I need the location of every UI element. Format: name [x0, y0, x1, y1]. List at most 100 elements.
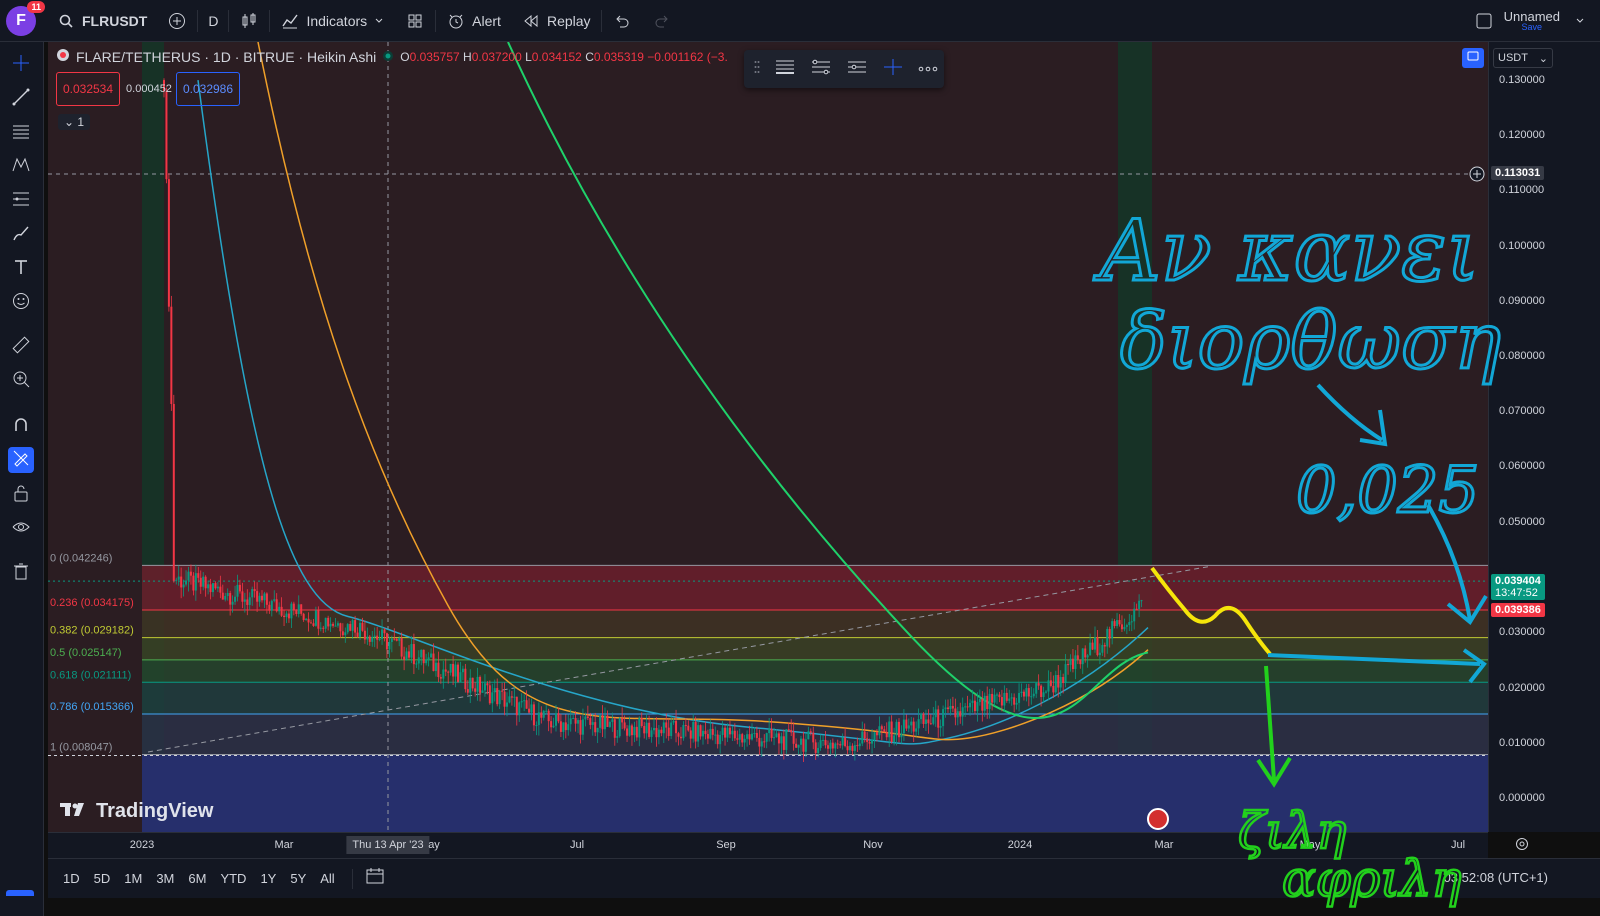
candle-body [459, 672, 462, 682]
currency-selector[interactable]: USDT ⌄ [1493, 48, 1553, 68]
candle-body [172, 403, 175, 581]
candle-body [959, 711, 962, 717]
candle-body [777, 733, 780, 744]
horizontal-lines-tool[interactable] [8, 120, 34, 146]
grid-icon [405, 11, 425, 31]
series-title[interactable]: FLARE/TETHERUS · 1D · BITRUE · Heikin As… [76, 49, 376, 65]
fib-band [142, 754, 1488, 832]
price-axis[interactable]: USDT ⌄ 0.130000 0.120000 0.110000 0.10000… [1488, 42, 1600, 832]
pattern-tool[interactable] [8, 154, 34, 180]
buy-button[interactable]: 0.032986 [176, 72, 240, 106]
candle-body [175, 579, 178, 581]
brush-icon [11, 223, 31, 248]
remove-drawings-tool[interactable] [8, 560, 34, 586]
sync-button[interactable] [1462, 48, 1484, 68]
crosshair-icon[interactable] [882, 58, 904, 81]
time-axis[interactable]: 2023 Mar Jul Sep Nov 2024 Mar May Jul Th… [48, 832, 1488, 858]
timezone-clock[interactable]: 03:52:08 (UTC+1) [1444, 870, 1548, 885]
candle-body [427, 657, 430, 660]
emoji-tool[interactable] [8, 290, 34, 316]
fib-tool[interactable] [8, 188, 34, 214]
more-icon[interactable] [918, 60, 938, 78]
line-style-icon[interactable] [774, 58, 796, 81]
range-1y-button[interactable]: 1Y [255, 867, 281, 890]
candle-body [535, 725, 538, 727]
range-5d-button[interactable]: 5D [89, 867, 116, 890]
candle-body [395, 638, 398, 641]
stay-in-drawing-mode-tool[interactable] [8, 447, 34, 473]
crosshair-icon [11, 53, 31, 78]
lock-drawings-tool[interactable] [8, 482, 34, 508]
candle-body [246, 599, 249, 605]
candle-body [765, 733, 768, 742]
time-tick: Jul [569, 839, 585, 851]
replay-button[interactable]: Replay [511, 0, 601, 41]
measure-tool[interactable] [8, 334, 34, 360]
candle-body [709, 728, 712, 739]
interval-button[interactable]: D [198, 0, 228, 41]
compare-symbol-button[interactable] [157, 0, 197, 41]
alert-button[interactable]: Alert [436, 0, 511, 41]
redo-button[interactable] [642, 0, 682, 41]
candle-body [371, 636, 374, 642]
undo-button[interactable] [602, 0, 642, 41]
candle-body [405, 651, 408, 660]
brush-tool[interactable] [8, 222, 34, 248]
candle-body [236, 584, 239, 597]
drag-handle-icon[interactable] [754, 59, 760, 80]
templates-button[interactable] [395, 0, 435, 41]
candle-body [483, 683, 486, 691]
sell-button[interactable]: 0.032534 [56, 72, 120, 106]
candle-body [643, 726, 646, 734]
chart-pane[interactable]: 0 (0.042246) 0.236 (0.034175) 0.382 (0.029… [48, 42, 1488, 832]
candle-body [684, 725, 687, 727]
fib-level-label: 0.618 (0.021111) [50, 669, 131, 681]
candle-body [956, 711, 959, 718]
range-1d-button[interactable]: 1D [58, 867, 85, 890]
panel-toggle[interactable] [6, 890, 34, 896]
watermark-text: TradingView [96, 800, 214, 822]
chevron-down-icon[interactable] [1570, 11, 1590, 31]
symbol-logo-icon [56, 48, 70, 65]
candle-body [993, 694, 996, 703]
magnet-icon [11, 415, 31, 440]
settings-levels-icon[interactable] [846, 58, 868, 81]
add-alert-plus-button[interactable] [1468, 165, 1486, 188]
levels-icon[interactable] [810, 58, 832, 81]
range-1m-button[interactable]: 1M [119, 867, 147, 890]
candle-body [525, 700, 528, 709]
range-5y-button[interactable]: 5Y [285, 867, 311, 890]
candle-body [457, 664, 459, 682]
candle-body [714, 734, 717, 736]
candle-body [1130, 621, 1133, 623]
symbol-search-button[interactable]: FLRUSDT [46, 0, 157, 41]
layout-name-button[interactable]: Unnamed Save [1504, 10, 1560, 32]
chart-type-button[interactable] [229, 0, 269, 41]
range-ytd-button[interactable]: YTD [215, 867, 251, 890]
user-avatar[interactable]: F 11 [6, 0, 45, 36]
range-all-button[interactable]: All [315, 867, 339, 890]
text-tool[interactable] [8, 256, 34, 282]
candle-body [390, 638, 393, 642]
price-tick: 0.130000 [1499, 74, 1545, 86]
candle-body [452, 663, 455, 677]
indicators-button[interactable]: Indicators [270, 0, 395, 41]
trend-line-tool[interactable] [8, 86, 34, 112]
checkbox-icon[interactable] [1474, 11, 1494, 31]
zoom-tool[interactable] [8, 368, 34, 394]
crosshair-tool[interactable] [8, 52, 34, 78]
magnet-tool[interactable] [8, 414, 34, 440]
candle-body [942, 709, 945, 727]
indicators-collapse-button[interactable]: ⌄ 1 [58, 114, 91, 130]
candle-body [324, 617, 327, 629]
range-6m-button[interactable]: 6M [183, 867, 211, 890]
candle-body [209, 584, 212, 593]
range-3m-button[interactable]: 3M [151, 867, 179, 890]
chart-canvas[interactable]: 0 (0.042246) 0.236 (0.034175) 0.382 (0.029… [48, 42, 1488, 832]
hide-drawings-tool[interactable] [8, 516, 34, 542]
goto-date-button[interactable] [365, 867, 385, 890]
axis-settings-button[interactable] [1514, 836, 1530, 857]
candle-body [694, 721, 697, 742]
price-tick: 0.050000 [1499, 516, 1545, 528]
last-price: 0.039404 [1495, 575, 1541, 587]
